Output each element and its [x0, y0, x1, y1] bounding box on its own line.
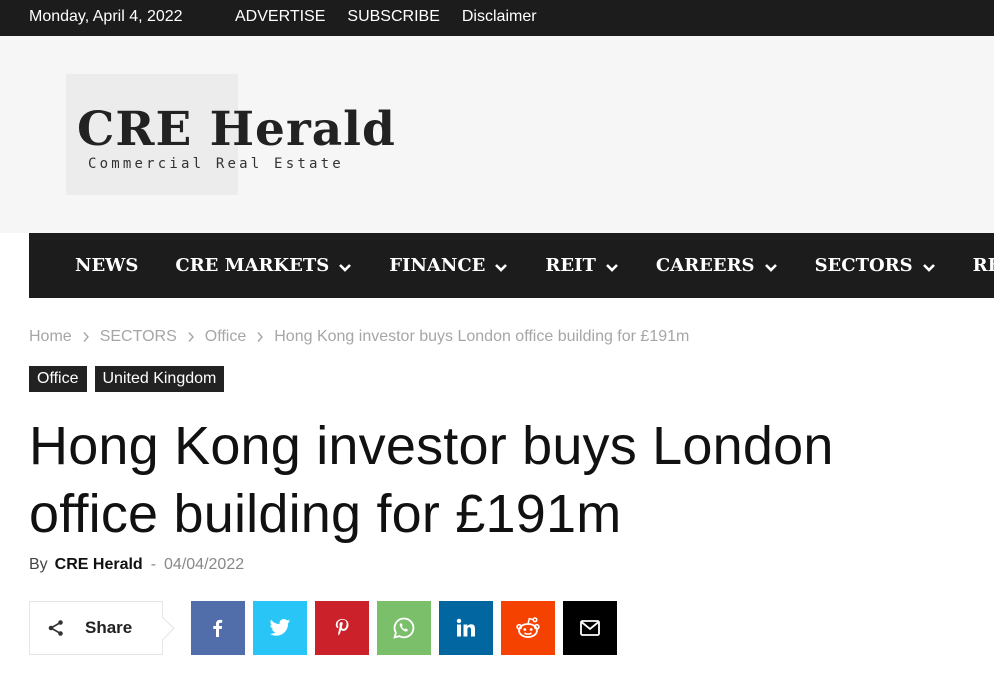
nav-item-label: FINANCE: [389, 255, 486, 276]
main-nav: NEWS CRE MARKETS FINANCE REIT CAREERS SE…: [29, 233, 994, 298]
nav-item-news[interactable]: NEWS: [75, 255, 138, 276]
breadcrumb-office[interactable]: Office: [205, 328, 247, 346]
nav-item-cre-markets[interactable]: CRE MARKETS: [175, 255, 352, 276]
breadcrumb-current: Hong Kong investor buys London office bu…: [274, 328, 690, 345]
nav-item-careers[interactable]: CAREERS: [656, 255, 778, 276]
share-icon: [48, 620, 63, 636]
chevron-down-icon: [339, 263, 352, 272]
top-bar: Monday, April 4, 2022 ADVERTISE SUBSCRIB…: [0, 0, 994, 36]
subscribe-link[interactable]: SUBSCRIBE: [347, 0, 439, 33]
linkedin-icon: [456, 618, 475, 637]
breadcrumb: Home SECTORS Office Hong Kong investor b…: [29, 328, 689, 346]
chevron-right-icon: [188, 332, 194, 342]
nav-item-label: NEWS: [75, 255, 139, 276]
chevron-down-icon: [922, 263, 935, 272]
top-links: ADVERTISE SUBSCRIBE Disclaimer: [235, 0, 537, 33]
breadcrumb-sectors[interactable]: SECTORS: [100, 328, 177, 346]
whatsapp-icon: [393, 617, 415, 639]
chevron-down-icon: [495, 263, 508, 272]
social-share-buttons: [191, 601, 617, 655]
chevron-down-icon: [764, 263, 777, 272]
breadcrumb-home[interactable]: Home: [29, 328, 72, 346]
article-title: Hong Kong investor buys London office bu…: [29, 416, 834, 544]
nav-item-label: REIT: [545, 255, 596, 276]
chevron-right-icon: [83, 332, 89, 342]
pinterest-share-button[interactable]: [315, 601, 369, 655]
nav-item-label: CRE MARKETS: [175, 255, 330, 276]
nav-item-sectors[interactable]: SECTORS: [815, 255, 936, 276]
nav-item-finance[interactable]: FINANCE: [389, 255, 508, 276]
category-tags: Office United Kingdom: [29, 366, 225, 392]
nav-item-label: RESEARCH: [972, 255, 994, 276]
byline: By CRE Herald - 04/04/2022: [29, 556, 244, 574]
tag-office[interactable]: Office: [29, 366, 87, 392]
linkedin-share-button[interactable]: [439, 601, 493, 655]
facebook-icon: [213, 619, 223, 637]
advertise-link[interactable]: ADVERTISE: [235, 0, 325, 33]
whatsapp-share-button[interactable]: [377, 601, 431, 655]
reddit-share-button[interactable]: [501, 601, 555, 655]
site-logo[interactable]: CRE Herald Commercial Real Estate: [66, 74, 466, 196]
nav-item-label: CAREERS: [655, 255, 755, 276]
twitter-share-button[interactable]: [253, 601, 307, 655]
current-date: Monday, April 4, 2022: [29, 8, 183, 25]
envelope-icon: [580, 620, 600, 636]
email-share-button[interactable]: [563, 601, 617, 655]
publish-date: 04/04/2022: [164, 556, 245, 573]
logo-subtitle: Commercial Real Estate: [88, 156, 344, 172]
share-button[interactable]: Share: [29, 601, 163, 655]
site-header: CRE Herald Commercial Real Estate: [0, 36, 994, 233]
byline-separator: -: [150, 556, 157, 573]
share-label: Share: [85, 618, 133, 637]
chevron-right-icon: [257, 332, 264, 342]
reddit-icon: [516, 617, 540, 638]
disclaimer-link[interactable]: Disclaimer: [462, 0, 537, 33]
nav-item-label: SECTORS: [814, 255, 913, 276]
facebook-share-button[interactable]: [191, 601, 245, 655]
nav-item-research[interactable]: RESEARCH: [973, 255, 994, 276]
byline-by-label: By: [29, 556, 48, 573]
pinterest-icon: [335, 619, 349, 636]
chevron-down-icon: [605, 263, 618, 272]
nav-item-reit[interactable]: REIT: [545, 255, 619, 276]
twitter-icon: [269, 619, 291, 636]
logo-main-text: CRE Herald: [77, 102, 396, 157]
author-link[interactable]: CRE Herald: [55, 556, 143, 574]
tag-united-kingdom[interactable]: United Kingdom: [94, 366, 225, 392]
